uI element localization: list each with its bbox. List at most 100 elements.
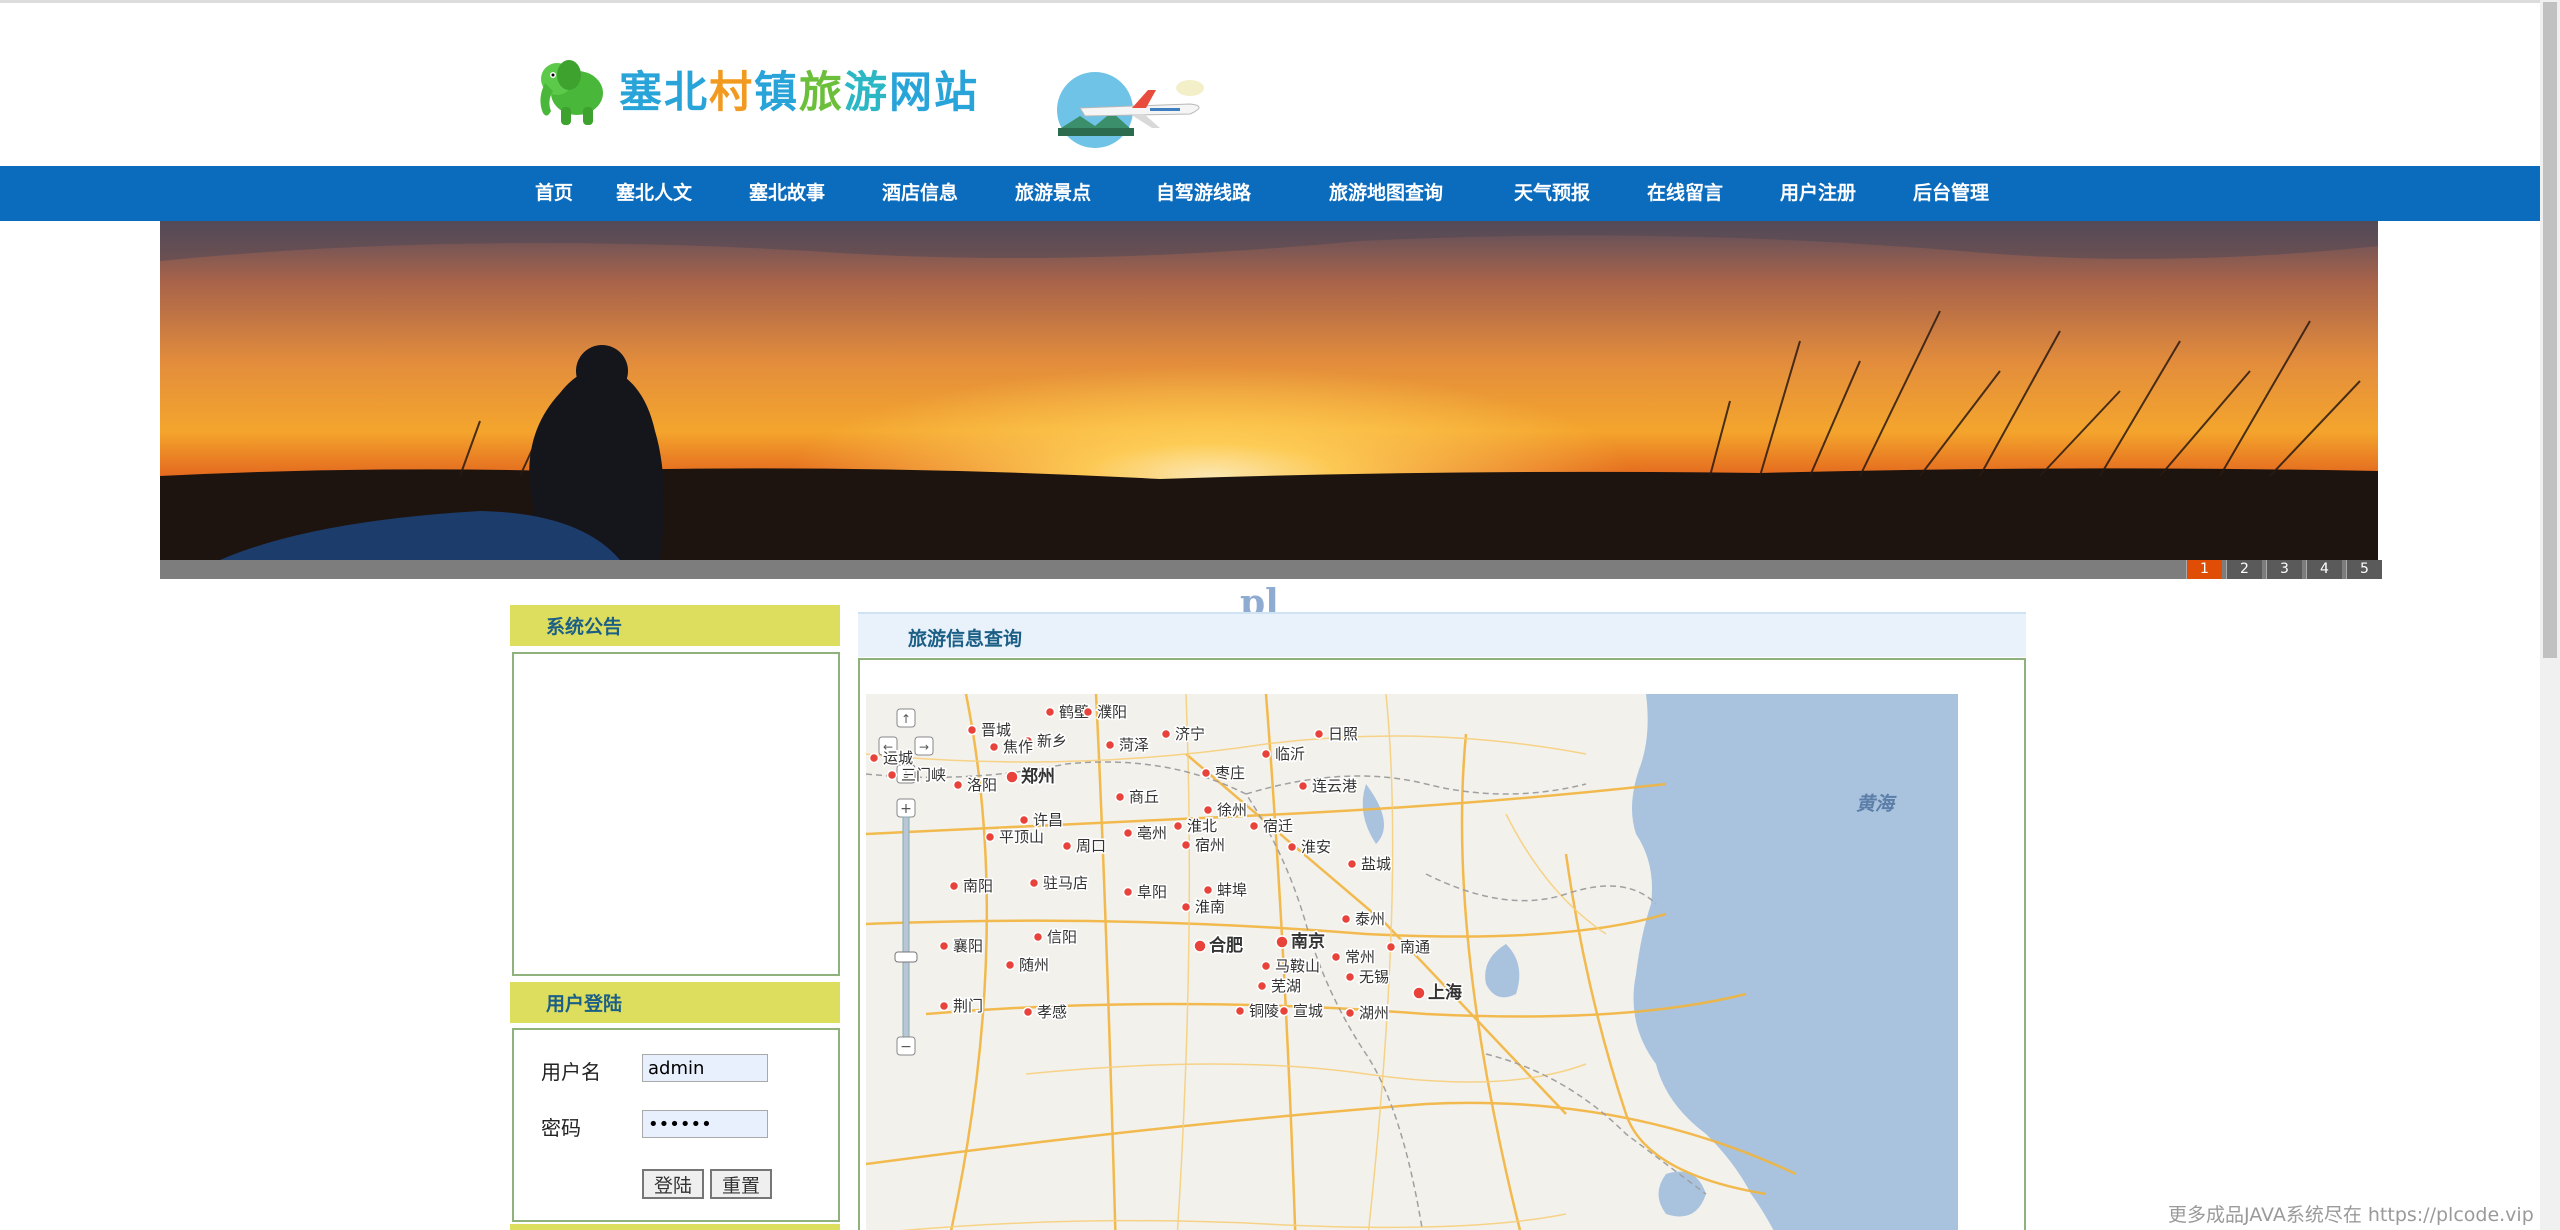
nav-travel-map[interactable]: 旅游地图查询 [1329, 166, 1443, 221]
map-city-dot[interactable] [1340, 913, 1352, 925]
announcement-header: 系统公告 [510, 605, 840, 649]
map-city-label: 亳州 [1137, 824, 1167, 842]
map-city-label: 阜阳 [1137, 883, 1167, 901]
map-city-dot[interactable] [952, 779, 964, 791]
nav-weather[interactable]: 天气预报 [1514, 166, 1590, 221]
nav-home[interactable]: 首页 [535, 166, 573, 221]
nav-self-drive-routes[interactable]: 自驾游线路 [1156, 166, 1251, 221]
map-city-dot[interactable] [1297, 780, 1309, 792]
page-scrollbar-thumb[interactable] [2543, 2, 2557, 658]
map-city-dot[interactable] [1256, 980, 1268, 992]
banner-page-5[interactable]: 5 [2346, 560, 2382, 579]
map-city-dot[interactable] [1260, 748, 1272, 760]
nav-attractions[interactable]: 旅游景点 [1015, 166, 1091, 221]
map-city-dot[interactable] [1385, 941, 1397, 953]
map-city-dot[interactable] [1193, 939, 1207, 953]
map-city-dot[interactable] [1160, 728, 1172, 740]
map-city-dot[interactable] [1082, 706, 1094, 718]
map-city-dot[interactable] [1018, 814, 1030, 826]
map-city-label: 焦作 [1003, 738, 1033, 756]
nav-hotels[interactable]: 酒店信息 [882, 166, 958, 221]
map-city-label: 淮南 [1195, 898, 1225, 916]
map-city-label: 平顶山 [999, 828, 1044, 846]
map-city-dot[interactable] [1104, 739, 1116, 751]
map-city-dot[interactable] [1202, 884, 1214, 896]
sunset-banner[interactable] [160, 221, 2378, 560]
map-city-dot[interactable] [984, 831, 996, 843]
nav-register[interactable]: 用户注册 [1780, 166, 1856, 221]
map-city-dot[interactable] [1028, 877, 1040, 889]
main-navigation: 首页 塞北人文 塞北故事 酒店信息 旅游景点 自驾游线路 旅游地图查询 天气预报… [0, 166, 2540, 221]
banner-page-1[interactable]: 1 [2186, 560, 2222, 579]
map-city-label: 常州 [1345, 948, 1375, 966]
nav-admin[interactable]: 后台管理 [1913, 166, 1989, 221]
map-city-dot[interactable] [1044, 706, 1056, 718]
nav-stories[interactable]: 塞北故事 [749, 166, 825, 221]
map-city-label: 新乡 [1037, 732, 1067, 750]
banner-page-3[interactable]: 3 [2266, 560, 2302, 579]
map-city-label: 枣庄 [1215, 764, 1245, 782]
map-city-dot[interactable] [966, 724, 978, 736]
map-city-label: 南阳 [963, 877, 993, 895]
map-city-label: 南京 [1291, 931, 1325, 952]
travel-map[interactable]: ↑ ← → ↓ + − 郑州 南京 合肥 上海 鹤壁 濮阳 晋城 新乡 焦作 菏泽 济宁 日照 临沂 枣庄… [866, 694, 1958, 1230]
login-header: 用户登陆 [510, 982, 840, 1026]
map-city-dot[interactable] [1202, 804, 1214, 816]
map-city-label: 宿州 [1195, 836, 1225, 854]
map-city-dot[interactable] [1344, 971, 1356, 983]
map-city-dot[interactable] [948, 880, 960, 892]
map-city-dot[interactable] [1114, 791, 1126, 803]
nav-culture[interactable]: 塞北人文 [616, 166, 692, 221]
map-city-label: 菏泽 [1119, 736, 1149, 754]
map-city-label: 日照 [1328, 725, 1358, 743]
svg-text:−: − [900, 1039, 912, 1055]
map-canvas[interactable]: ↑ ← → ↓ + − 郑州南京合肥上海鹤壁 濮阳晋城新乡焦作 菏泽济宁 日照临沂枣庄… [866, 694, 1958, 1230]
map-city-label: 孝感 [1037, 1003, 1067, 1021]
map-city-dot[interactable] [1248, 820, 1260, 832]
map-city-dot[interactable] [1180, 839, 1192, 851]
map-city-dot[interactable] [988, 741, 1000, 753]
map-city-dot[interactable] [1234, 1005, 1246, 1017]
banner-page-4[interactable]: 4 [2306, 560, 2342, 579]
map-city-label: 蚌埠 [1217, 881, 1247, 899]
map-city-dot[interactable] [1330, 951, 1342, 963]
map-city-label: 宿迁 [1263, 817, 1293, 835]
map-city-dot[interactable] [886, 769, 898, 781]
map-city-dot[interactable] [1061, 840, 1073, 852]
map-city-dot[interactable] [1180, 901, 1192, 913]
map-city-dot[interactable] [1275, 935, 1289, 949]
reset-button[interactable]: 重置 [710, 1169, 772, 1199]
map-city-dot[interactable] [1278, 1005, 1290, 1017]
map-city-label: 晋城 [981, 721, 1011, 739]
map-city-dot[interactable] [1313, 728, 1325, 740]
airplane-illustration [1057, 72, 1204, 148]
map-city-dot[interactable] [938, 1000, 950, 1012]
site-logo[interactable]: 塞北村镇旅游网站 [535, 44, 979, 134]
login-button[interactable]: 登陆 [642, 1169, 704, 1199]
travel-query-title: 旅游信息查询 [908, 628, 1023, 650]
map-city-label: 洛阳 [967, 776, 997, 794]
map-city-dot[interactable] [938, 940, 950, 952]
map-city-dot[interactable] [1260, 960, 1272, 972]
map-city-dot[interactable] [1022, 1006, 1034, 1018]
sunset-banner-image [160, 221, 2378, 560]
map-city-dot[interactable] [1032, 931, 1044, 943]
map-city-dot[interactable] [1005, 770, 1019, 784]
map-city-dot[interactable] [1344, 1007, 1356, 1019]
map-city-dot[interactable] [1004, 959, 1016, 971]
password-input[interactable] [642, 1110, 768, 1138]
map-city-label: 三门峡 [901, 766, 946, 784]
map-city-dot[interactable] [868, 752, 880, 764]
map-city-dot[interactable] [1286, 841, 1298, 853]
nav-messages[interactable]: 在线留言 [1647, 166, 1723, 221]
map-city-dot[interactable] [1172, 820, 1184, 832]
map-city-dot[interactable] [1122, 886, 1134, 898]
map-city-dot[interactable] [1122, 827, 1134, 839]
map-city-dot[interactable] [1346, 858, 1358, 870]
map-city-dot[interactable] [1200, 767, 1212, 779]
map-city-label: 临沂 [1275, 745, 1305, 763]
map-city-label: 郑州 [1021, 766, 1055, 787]
banner-page-2[interactable]: 2 [2226, 560, 2262, 579]
map-city-dot[interactable] [1412, 986, 1426, 1000]
username-input[interactable] [642, 1054, 768, 1082]
